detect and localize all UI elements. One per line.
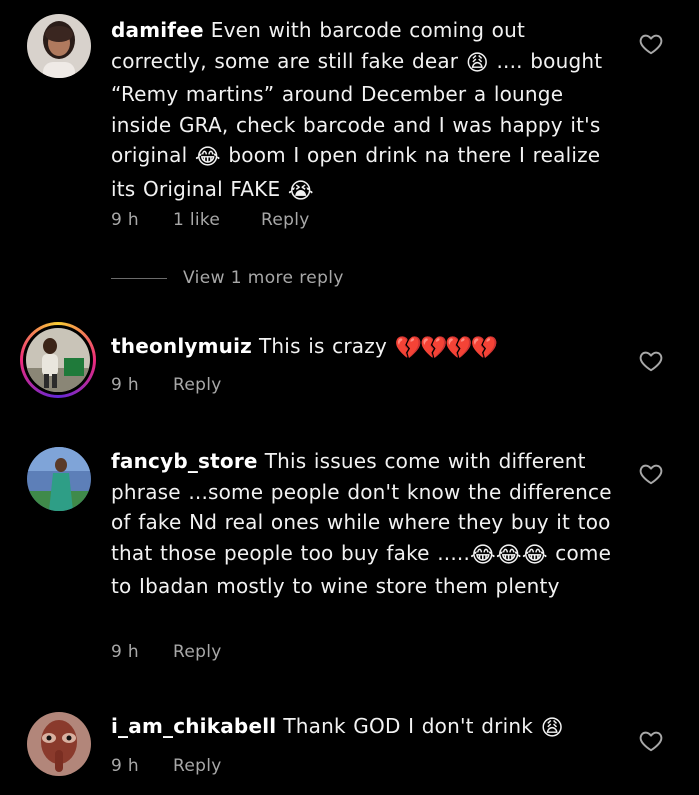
comment-body: Thank GOD I don't drink [283, 714, 541, 738]
comment-meta: 9 h Reply [111, 642, 222, 662]
like-count[interactable]: 1 like [173, 210, 261, 230]
comment-meta: 9 h Reply [111, 375, 222, 395]
heart-outline-icon[interactable] [638, 461, 664, 487]
timestamp: 9 h [111, 375, 139, 395]
laughing-face-emoji: 😂😂😂 [470, 542, 548, 568]
reply-button[interactable]: Reply [173, 642, 222, 662]
comment-text: i_am_chikabell Thank GOD I don't drink 😩 [111, 711, 626, 745]
avatar [26, 328, 90, 392]
reply-button[interactable]: Reply [173, 375, 222, 395]
avatar[interactable] [27, 712, 91, 776]
comment-meta: 9 h 1 like Reply [111, 210, 310, 230]
weary-face-emoji: 😩 [540, 716, 564, 741]
heart-outline-icon[interactable] [638, 728, 664, 754]
comment-text: fancyb_store This issues come with differ… [111, 446, 626, 602]
broken-heart-emoji: 💔💔💔💔 [394, 336, 499, 361]
view-replies-label: View 1 more reply [183, 268, 344, 288]
username[interactable]: i_am_chikabell [111, 714, 276, 738]
divider-line [111, 277, 167, 279]
heart-outline-icon[interactable] [638, 31, 664, 57]
comment-text: theonlymuiz This is crazy 💔💔💔💔 [111, 331, 626, 365]
timestamp: 9 h [111, 642, 139, 662]
username[interactable]: fancyb_store [111, 449, 258, 473]
comment-meta: 9 h Reply [111, 756, 222, 776]
timestamp: 9 h [111, 210, 139, 230]
username[interactable]: theonlymuiz [111, 334, 252, 358]
crying-face-emoji: 😭 [287, 178, 314, 204]
story-ring-avatar[interactable] [20, 322, 96, 398]
avatar[interactable] [27, 14, 91, 78]
timestamp: 9 h [111, 756, 139, 776]
comment-body: This is crazy [259, 334, 395, 358]
weary-face-emoji: 😩 [465, 50, 489, 76]
username[interactable]: damifee [111, 18, 204, 42]
reply-button[interactable]: Reply [261, 210, 310, 230]
view-more-replies-button[interactable]: View 1 more reply [111, 268, 344, 288]
reply-button[interactable]: Reply [173, 756, 222, 776]
comment-text: damifee Even with barcode coming out corr… [111, 15, 626, 207]
avatar[interactable] [27, 447, 91, 511]
laughing-face-emoji: 😂 [194, 145, 221, 170]
heart-outline-icon[interactable] [638, 348, 664, 374]
